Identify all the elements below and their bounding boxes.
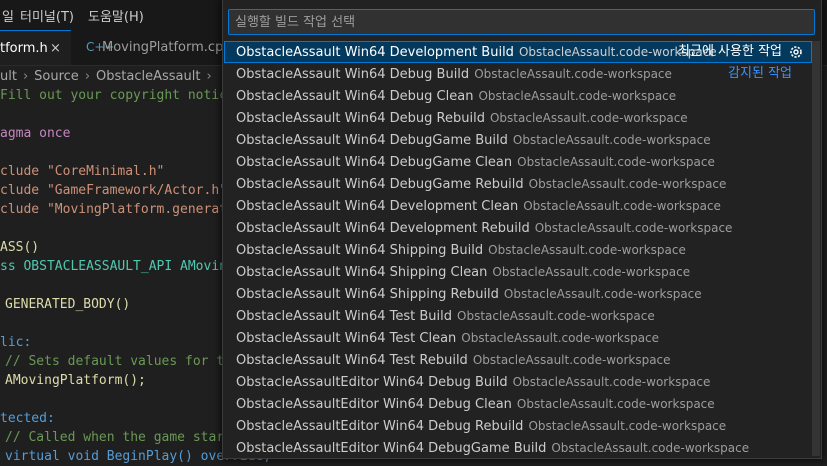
task-description: ObstacleAssault.code-workspace — [512, 375, 711, 389]
task-description: ObstacleAssault.code-workspace — [489, 111, 688, 125]
code-line: ASS() — [0, 240, 40, 255]
task-item[interactable]: ObstacleAssault Win64 Test Build Obstacle… — [224, 305, 812, 327]
task-description: ObstacleAssault.code-workspace — [523, 199, 721, 213]
task-item[interactable]: ObstacleAssault Win64 Shipping Clean Obst… — [224, 261, 812, 283]
task-description: ObstacleAssault.code-workspace — [472, 353, 671, 367]
task-label: ObstacleAssault Win64 Test Rebuild — [236, 353, 468, 368]
task-item[interactable]: ObstacleAssault Win64 Test Clean Obstacle… — [224, 327, 812, 349]
tab-moving-platform-cpp[interactable]: C++ MovingPlatform.cpp — [72, 30, 232, 65]
task-item[interactable]: ObstacleAssault Win64 DebugGame Clean Obs… — [224, 151, 812, 173]
detected-tasks-label: 감지된 작업 — [728, 66, 792, 81]
task-label: ObstacleAssault Win64 Debug Clean — [236, 89, 474, 104]
task-label: ObstacleAssaultEditor Win64 Debug Rebuil… — [236, 419, 524, 434]
task-label: ObstacleAssault Win64 Test Clean — [236, 331, 457, 346]
build-task-quick-pick: ObstacleAssault Win64 Development Build O… — [222, 0, 822, 459]
task-label: ObstacleAssaultEditor Win64 Debug Build — [236, 375, 508, 390]
task-item[interactable]: ObstacleAssault Win64 Debug Build Obstacl… — [224, 63, 812, 85]
task-label: ObstacleAssault Win64 Shipping Build — [236, 243, 484, 258]
task-description: ObstacleAssault.code-workspace — [461, 331, 660, 345]
task-item[interactable]: ObstacleAssault Win64 Development Rebuil… — [224, 217, 812, 239]
task-item[interactable]: ObstacleAssaultEditor Win64 Debug Clean O… — [224, 393, 812, 415]
task-label: ObstacleAssault Win64 Development Rebuil… — [236, 221, 530, 236]
task-item[interactable]: ObstacleAssaultEditor Win64 DebugGame Bu… — [224, 437, 812, 458]
code-line: // Sets default values for t — [5, 354, 225, 369]
tab-label: tform.h — [0, 41, 48, 56]
task-label: ObstacleAssault Win64 Test Build — [236, 309, 453, 324]
task-label: ObstacleAssault Win64 DebugGame Clean — [236, 155, 513, 170]
task-description: ObstacleAssault.code-workspace — [488, 243, 686, 257]
code-line: clude "CoreMinimal.h" — [0, 164, 165, 179]
tab-moving-platform-h[interactable]: tform.h × — [0, 30, 71, 65]
task-description: ObstacleAssault.code-workspace — [474, 67, 672, 81]
code-line: tected: — [0, 411, 55, 426]
task-item[interactable]: ObstacleAssault Win64 Test Rebuild Obstac… — [224, 349, 812, 371]
task-description: ObstacleAssault.code-workspace — [528, 177, 727, 191]
task-label: ObstacleAssault Win64 Shipping Rebuild — [236, 287, 499, 302]
task-search-input[interactable] — [228, 9, 815, 35]
code-line: GENERATED_BODY() — [5, 297, 131, 312]
task-description: ObstacleAssault.code-workspace — [534, 221, 733, 235]
recently-used-badge: 최근에 사용한 작업 — [678, 44, 782, 59]
code-line: ss OBSTACLEASSAULT_API AMovin — [0, 259, 227, 274]
chevron-right-icon: › — [84, 69, 91, 84]
menu-item-partial[interactable]: 일 — [2, 6, 14, 25]
task-label: ObstacleAssault Win64 Development Build — [236, 45, 514, 60]
task-item[interactable]: ObstacleAssault Win64 Debug Clean Obstacl… — [224, 85, 812, 107]
task-description: ObstacleAssault.code-workspace — [503, 287, 702, 301]
task-label: ObstacleAssaultEditor Win64 DebugGame Bu… — [236, 441, 547, 456]
tab-label: MovingPlatform.cpp — [102, 40, 232, 55]
task-description: ObstacleAssault.code-workspace — [478, 89, 677, 103]
task-description: ObstacleAssault.code-workspace — [512, 133, 711, 147]
task-description: ObstacleAssault.code-workspace — [528, 419, 727, 433]
task-item[interactable]: ObstacleAssault Win64 Shipping Build Obst… — [224, 239, 812, 261]
chevron-right-icon: › — [206, 69, 212, 84]
task-label: ObstacleAssault Win64 DebugGame Build — [236, 133, 508, 148]
task-item[interactable]: ObstacleAssault Win64 Development Clean O… — [224, 195, 812, 217]
task-item[interactable]: ObstacleAssault Win64 Debug Rebuild Obsta… — [224, 107, 812, 129]
list-scrollbar[interactable] — [812, 41, 820, 456]
task-description: ObstacleAssault.code-workspace — [517, 155, 715, 169]
code-line: Fill out your copyright notic — [0, 88, 227, 103]
code-line: agma once — [0, 126, 71, 141]
gear-icon[interactable] — [788, 44, 804, 60]
task-item[interactable]: ObstacleAssault Win64 Shipping Rebuild Ob… — [224, 283, 812, 305]
task-description: ObstacleAssault.code-workspace — [516, 397, 715, 411]
task-item[interactable]: ObstacleAssaultEditor Win64 Debug Build O… — [224, 371, 812, 393]
task-label: ObstacleAssault Win64 Shipping Clean — [236, 265, 488, 280]
breadcrumb-item[interactable]: ult — [0, 69, 17, 84]
code-line: lic: — [0, 335, 32, 350]
task-label: ObstacleAssault Win64 Debug Rebuild — [236, 111, 485, 126]
task-item[interactable]: ObstacleAssault Win64 Development Build O… — [224, 41, 812, 63]
chevron-right-icon: › — [22, 69, 29, 84]
task-item[interactable]: ObstacleAssault Win64 DebugGame Rebuild O… — [224, 173, 812, 195]
close-icon[interactable]: × — [50, 31, 61, 66]
code-line: clude "GameFramework/Actor.h" — [0, 183, 227, 198]
task-label: ObstacleAssault Win64 Development Clean — [236, 199, 519, 214]
task-description: ObstacleAssault.code-workspace — [551, 441, 750, 455]
code-line: // Called when the game star — [5, 430, 225, 445]
menu-item-help[interactable]: 도움말(H) — [88, 6, 144, 25]
breadcrumb-item[interactable]: Source — [34, 69, 79, 84]
menu-item-terminal[interactable]: 터미널(T) — [20, 6, 74, 25]
breadcrumb: ult›Source›ObstacleAssault›C M — [0, 66, 247, 88]
task-description: ObstacleAssault.code-workspace — [492, 265, 691, 279]
task-description: ObstacleAssault.code-workspace — [457, 309, 655, 323]
task-label: ObstacleAssaultEditor Win64 Debug Clean — [236, 397, 512, 412]
task-item[interactable]: ObstacleAssault Win64 DebugGame Build Obs… — [224, 129, 812, 151]
code-line: AMovingPlatform(); — [5, 373, 146, 388]
code-line: clude "MovingPlatform.generat — [0, 202, 227, 217]
breadcrumb-item[interactable]: ObstacleAssault — [96, 69, 200, 84]
task-item[interactable]: ObstacleAssaultEditor Win64 Debug Rebuil… — [224, 415, 812, 437]
task-label: ObstacleAssault Win64 Debug Build — [236, 67, 470, 82]
task-label: ObstacleAssault Win64 DebugGame Rebuild — [236, 177, 524, 192]
